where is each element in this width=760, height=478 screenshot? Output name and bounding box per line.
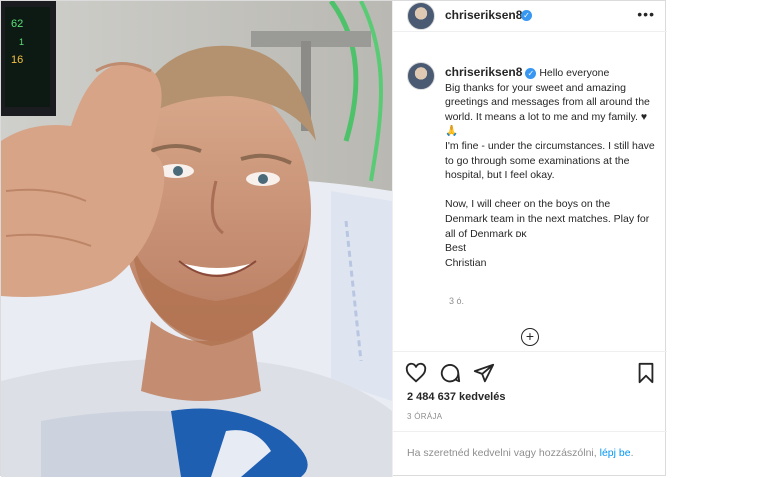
post-header: chriseriksen8 ✓ ••• xyxy=(393,1,667,32)
post-actions: 2 484 637 kedvelés 3 ÓRÁJA xyxy=(393,351,667,432)
post-timestamp[interactable]: 3 ÓRÁJA xyxy=(407,412,442,421)
like-heart-icon[interactable] xyxy=(405,362,427,384)
more-options-icon[interactable]: ••• xyxy=(637,6,655,22)
caption-line-status: I'm fine - under the circumstances. I st… xyxy=(445,139,655,182)
caption-age: 3 ó. xyxy=(449,296,465,306)
caption-author-avatar[interactable] xyxy=(407,62,435,90)
post-photo[interactable]: 62 1 16 xyxy=(1,1,392,477)
monitor-value-3: 16 xyxy=(11,54,23,66)
comment-bubble-icon[interactable] xyxy=(439,362,461,384)
login-link[interactable]: lépj be xyxy=(600,447,631,459)
monitor-value-1: 62 xyxy=(11,18,23,30)
post-details-panel: chriseriksen8 ✓ ••• chriseriksen8 ✓ Hello… xyxy=(392,1,667,477)
caption-line-greeting: Hello everyone xyxy=(539,67,610,79)
post-caption: chriseriksen8 ✓ Hello everyone Big thanks… xyxy=(445,65,655,270)
login-prompt-prefix: Ha szeretnéd kedvelni vagy hozzászólni, xyxy=(407,447,597,459)
hospital-selfie-image: 62 1 16 xyxy=(1,1,392,477)
login-prompt: Ha szeretnéd kedvelni vagy hozzászólni, … xyxy=(393,431,667,478)
share-paper-plane-icon[interactable] xyxy=(473,362,495,384)
caption-line-blank xyxy=(445,183,655,198)
monitor-value-2: 1 xyxy=(19,37,24,47)
load-more-comments-button[interactable]: + xyxy=(521,328,539,346)
save-bookmark-icon[interactable] xyxy=(635,362,657,384)
instagram-post: 62 1 16 chriseriksen8 ✓ ••• chriseriksen… xyxy=(0,0,667,477)
caption-verified-badge-icon: ✓ xyxy=(525,67,537,79)
login-prompt-suffix: . xyxy=(630,447,634,459)
author-avatar[interactable] xyxy=(407,2,435,30)
author-username[interactable]: chriseriksen8 xyxy=(445,8,522,22)
caption-line-cheer: Now, I will cheer on the boys on the Den… xyxy=(445,198,650,240)
caption-username[interactable]: chriseriksen8 xyxy=(445,65,522,79)
like-count[interactable]: 2 484 637 kedvelés xyxy=(407,391,505,403)
login-prompt-text: Ha szeretnéd kedvelni vagy hozzászólni, … xyxy=(407,447,633,459)
verified-badge-icon: ✓ xyxy=(521,10,532,21)
caption-line-thanks: Big thanks for your sweet and amazing gr… xyxy=(445,81,650,138)
caption-line-best: Best xyxy=(445,242,467,255)
caption-line-signature: Christian xyxy=(445,256,487,269)
